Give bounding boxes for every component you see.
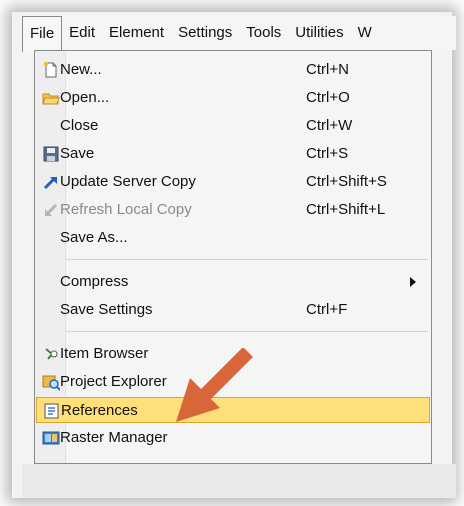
menu-file[interactable]: File (22, 16, 63, 52)
menu-item-shortcut: Ctrl+W (306, 117, 353, 134)
menu-item-label: Save (60, 145, 95, 162)
floppy-disk-icon (42, 145, 60, 163)
menu-item-label: Update Server Copy (60, 173, 196, 190)
project-explorer-icon (42, 373, 61, 391)
menu-window-truncated[interactable]: W (351, 16, 379, 50)
menu-item-open[interactable]: Open... Ctrl+O (36, 85, 430, 111)
menu-edit[interactable]: Edit (62, 16, 102, 50)
download-arrow-icon (42, 201, 60, 219)
menu-item-label: Save As... (60, 229, 128, 246)
item-browser-icon (42, 345, 60, 363)
menu-settings[interactable]: Settings (171, 16, 239, 50)
menu-utilities[interactable]: Utilities (288, 16, 350, 50)
upload-arrow-icon (42, 173, 60, 191)
menu-item-label: Save Settings (60, 301, 153, 318)
raster-manager-icon (42, 429, 60, 447)
menu-separator (66, 259, 428, 260)
menu-separator (66, 331, 428, 332)
menu-item-shortcut: Ctrl+S (306, 145, 349, 162)
menu-item-label: Refresh Local Copy (60, 201, 192, 218)
menu-item-label: Open... (60, 89, 110, 106)
menu-item-label: Raster Manager (60, 429, 168, 446)
menu-item-label: Project Explorer (60, 373, 167, 390)
new-file-icon (42, 61, 60, 79)
references-icon (43, 402, 61, 420)
menu-item-shortcut: Ctrl+O (306, 89, 350, 106)
bottom-backdrop (22, 464, 456, 498)
menu-item-close[interactable]: Close Ctrl+W (36, 113, 430, 139)
menu-bar: File Edit Element Settings Tools Utiliti… (22, 16, 456, 52)
menu-item-shortcut: Ctrl+N (306, 61, 349, 78)
menu-item-refresh-local-copy[interactable]: Refresh Local Copy Ctrl+Shift+L (36, 197, 430, 223)
menu-item-shortcut: Ctrl+F (306, 301, 348, 318)
menu-item-label: New... (60, 61, 102, 78)
menu-item-shortcut: Ctrl+Shift+L (306, 201, 386, 218)
menu-item-new[interactable]: New... Ctrl+N (36, 57, 430, 83)
menu-element[interactable]: Element (102, 16, 171, 50)
open-folder-icon (42, 89, 60, 107)
callout-arrow-icon (176, 348, 253, 422)
menu-item-save-settings[interactable]: Save Settings Ctrl+F (36, 297, 430, 323)
menu-item-label: Close (60, 117, 99, 134)
menu-item-compress[interactable]: Compress (36, 269, 430, 295)
menu-item-label: References (61, 402, 138, 419)
submenu-arrow-icon (410, 277, 416, 287)
menu-item-label: Item Browser (60, 345, 149, 362)
menu-tools[interactable]: Tools (239, 16, 288, 50)
menu-item-save-as[interactable]: Save As... (36, 225, 430, 251)
menu-item-save[interactable]: Save Ctrl+S (36, 141, 430, 167)
menu-item-label: Compress (60, 273, 129, 290)
menu-item-shortcut: Ctrl+Shift+S (306, 173, 387, 190)
menu-item-update-server-copy[interactable]: Update Server Copy Ctrl+Shift+S (36, 169, 430, 195)
menu-item-raster-manager[interactable]: Raster Manager (36, 425, 430, 451)
